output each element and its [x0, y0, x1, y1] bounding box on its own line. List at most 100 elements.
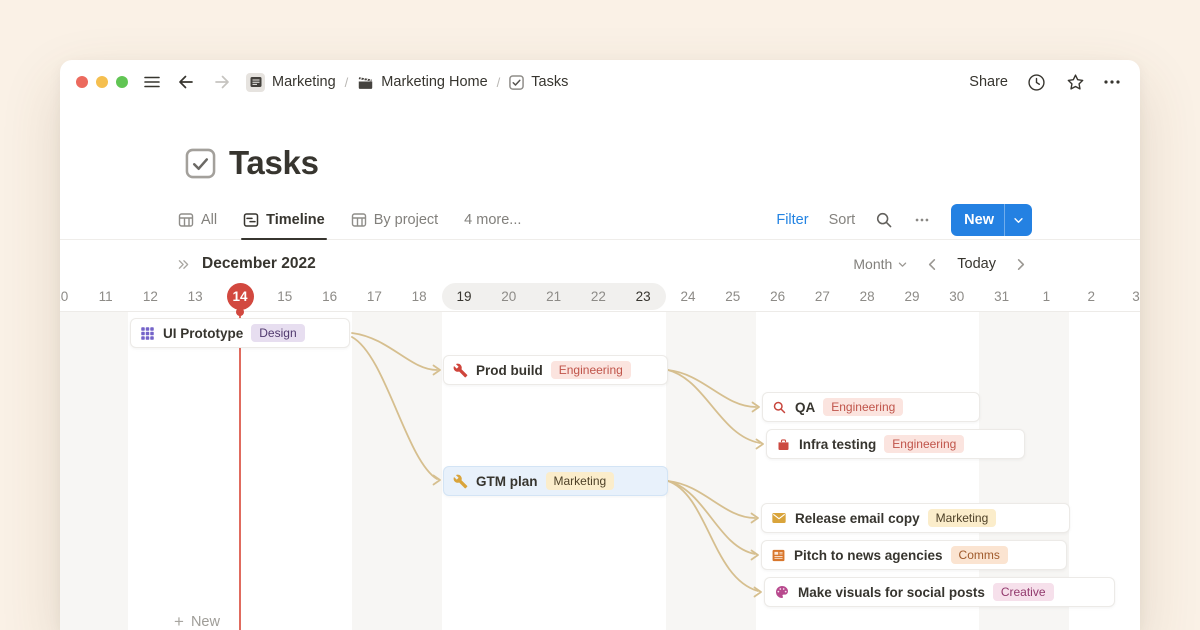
table-icon — [178, 212, 194, 228]
date-cell-20[interactable]: 20 — [486, 283, 531, 310]
page-title: Tasks — [229, 144, 319, 182]
date-cell-22[interactable]: 22 — [576, 283, 621, 310]
tab-timeline[interactable]: Timeline — [243, 201, 325, 239]
breadcrumb-item-marketing-home[interactable]: Marketing Home — [357, 74, 487, 91]
today-marker-dot — [236, 308, 244, 316]
breadcrumb-label: Tasks — [531, 74, 568, 90]
wrench-icon — [453, 474, 468, 489]
menu-icon[interactable] — [142, 72, 162, 92]
desktop-background: Marketing / Marketing Home / Tasks — [0, 0, 1200, 630]
date-cell-24[interactable]: 24 — [666, 283, 711, 310]
timeline-header: December 2022 Month Today — [60, 248, 1140, 280]
close-window-button[interactable] — [76, 76, 88, 88]
page-header: Tasks — [185, 144, 319, 182]
clapperboard-icon — [357, 74, 374, 91]
notion-app-window: Marketing / Marketing Home / Tasks — [60, 60, 1140, 630]
timeline-dates-row: 1011121314151617181920212223242526272829… — [60, 282, 1140, 311]
timeline-icon — [243, 212, 259, 228]
date-cell-12[interactable]: 12 — [128, 283, 173, 310]
star-favorite-icon[interactable] — [1065, 72, 1086, 93]
date-cell-1[interactable]: 1 — [1024, 283, 1069, 310]
new-button[interactable]: New — [951, 204, 1004, 236]
palette-icon — [774, 584, 790, 600]
date-cell-18[interactable]: 18 — [397, 283, 442, 310]
task-tag: Marketing — [546, 472, 615, 490]
date-cell-21[interactable]: 21 — [531, 283, 576, 310]
breadcrumb-item-tasks[interactable]: Tasks — [509, 74, 568, 90]
date-cell-27[interactable]: 27 — [800, 283, 845, 310]
task-card-prod-build[interactable]: Prod build Engineering — [443, 355, 668, 385]
table-icon — [351, 212, 367, 228]
date-cell-11[interactable]: 11 — [83, 283, 128, 310]
view-options-icon[interactable] — [913, 211, 931, 229]
today-button[interactable]: Today — [957, 256, 996, 272]
timeline-scale-select[interactable]: Month — [853, 256, 908, 272]
task-card-ui-prototype[interactable]: UI Prototype Design — [130, 318, 350, 348]
plus-icon: + — [174, 613, 184, 630]
new-button-group: New — [951, 204, 1032, 236]
task-tag: Comms — [951, 546, 1008, 564]
task-card-gtm-plan[interactable]: GTM plan Marketing — [443, 466, 668, 496]
breadcrumb-label: Marketing Home — [381, 74, 487, 90]
date-cell-14[interactable]: 14 — [227, 283, 254, 310]
new-dropdown-button[interactable] — [1005, 204, 1032, 236]
search-icon[interactable] — [875, 211, 893, 229]
sort-button[interactable]: Sort — [829, 212, 856, 228]
view-tabs: All Timeline By project 4 more... — [178, 201, 521, 239]
date-cell-25[interactable]: 25 — [710, 283, 755, 310]
date-cell-26[interactable]: 26 — [755, 283, 800, 310]
breadcrumb-item-marketing[interactable]: Marketing — [246, 73, 336, 92]
date-cell-3[interactable]: 3 — [1114, 283, 1140, 310]
date-cell-29[interactable]: 29 — [890, 283, 935, 310]
minimize-window-button[interactable] — [96, 76, 108, 88]
add-new-task-button[interactable]: + New — [174, 613, 220, 630]
previous-chevron-icon[interactable] — [925, 257, 940, 272]
task-tag: Design — [251, 324, 304, 342]
task-title: UI Prototype — [163, 326, 243, 341]
task-card-pitch-news-agencies[interactable]: Pitch to news agencies Comms — [761, 540, 1067, 570]
date-cell-10[interactable]: 10 — [60, 283, 83, 310]
date-cell-13[interactable]: 13 — [173, 283, 218, 310]
view-tabs-bar: All Timeline By project 4 more... — [60, 201, 1140, 240]
next-chevron-icon[interactable] — [1013, 257, 1028, 272]
tab-label: 4 more... — [464, 212, 521, 228]
date-cell-31[interactable]: 31 — [979, 283, 1024, 310]
date-cell-17[interactable]: 17 — [352, 283, 397, 310]
task-title: GTM plan — [476, 474, 538, 489]
add-new-label: New — [191, 614, 220, 630]
tab-all[interactable]: All — [178, 201, 217, 239]
task-card-make-visuals[interactable]: Make visuals for social posts Creative — [764, 577, 1115, 607]
date-cell-2[interactable]: 2 — [1069, 283, 1114, 310]
share-button[interactable]: Share — [969, 74, 1008, 90]
forward-arrow-icon[interactable] — [212, 72, 232, 92]
more-options-icon[interactable] — [1102, 72, 1122, 92]
history-clock-icon[interactable] — [1026, 72, 1047, 93]
scale-label: Month — [853, 256, 892, 272]
window-controls — [76, 76, 128, 88]
workspace-icon — [246, 73, 265, 92]
date-cell-30[interactable]: 30 — [934, 283, 979, 310]
task-card-infra-testing[interactable]: Infra testing Engineering — [766, 429, 1025, 459]
back-arrow-icon[interactable] — [176, 72, 196, 92]
chevron-down-icon — [897, 259, 908, 270]
date-cell-19[interactable]: 19 — [442, 283, 487, 310]
date-cell-16[interactable]: 16 — [307, 283, 352, 310]
filter-button[interactable]: Filter — [776, 212, 808, 228]
newspaper-icon — [771, 548, 786, 563]
tab-by-project[interactable]: By project — [351, 201, 438, 239]
breadcrumb-separator: / — [497, 75, 501, 90]
task-card-qa[interactable]: QA Engineering — [762, 392, 980, 422]
task-title: Prod build — [476, 363, 543, 378]
task-card-release-email-copy[interactable]: Release email copy Marketing — [761, 503, 1070, 533]
date-cell-23[interactable]: 23 — [621, 283, 666, 310]
expand-double-chevron-icon[interactable] — [176, 257, 191, 272]
breadcrumb: Marketing / Marketing Home / Tasks — [246, 73, 568, 92]
task-tag: Engineering — [884, 435, 964, 453]
magnifier-icon — [772, 400, 787, 415]
date-cell-28[interactable]: 28 — [845, 283, 890, 310]
grid-icon — [140, 326, 155, 341]
zoom-window-button[interactable] — [116, 76, 128, 88]
task-tag: Creative — [993, 583, 1054, 601]
tab-more-views[interactable]: 4 more... — [464, 201, 521, 239]
date-cell-15[interactable]: 15 — [262, 283, 307, 310]
